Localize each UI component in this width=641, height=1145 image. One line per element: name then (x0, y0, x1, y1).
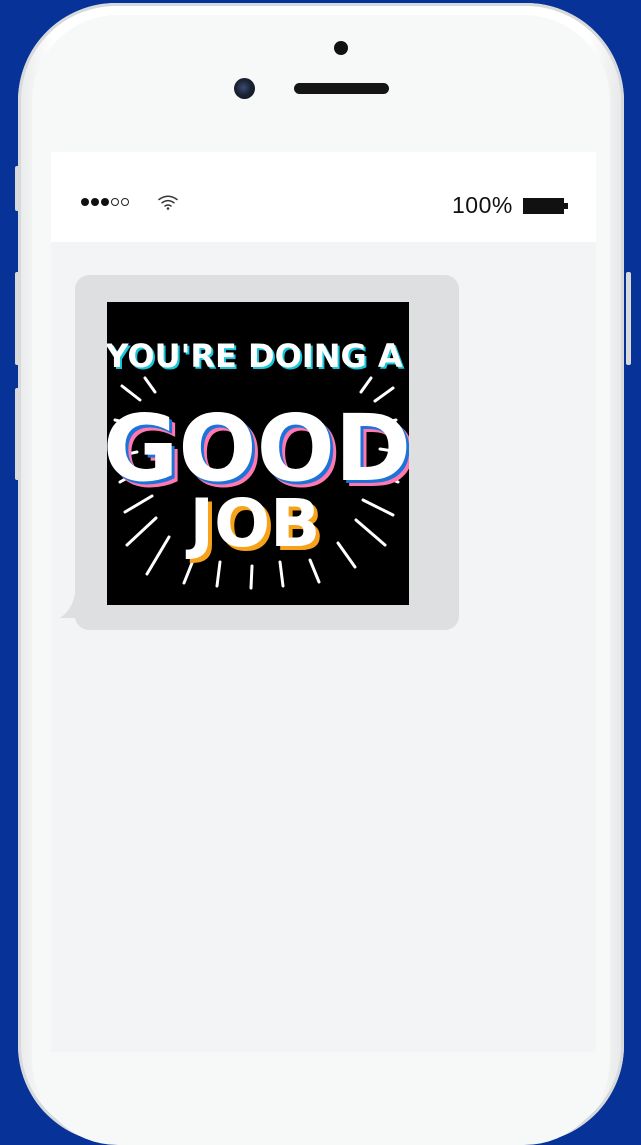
signal-dot (111, 198, 119, 206)
earpiece-speaker (294, 83, 389, 94)
volume-up-button (15, 272, 20, 365)
phone-screen: 100% YOU'RE DOING A YOU'RE DOING A GOOD … (51, 152, 596, 1052)
signal-dot (91, 198, 99, 206)
status-bar: 100% (51, 152, 596, 242)
sticker-line-3: JOB (186, 485, 321, 562)
signal-dot (101, 198, 109, 206)
power-button (626, 272, 631, 365)
proximity-sensor (334, 41, 348, 55)
sticker-line-1: YOU'RE DOING A (107, 337, 403, 375)
signal-dot (121, 198, 129, 206)
wifi-icon (158, 195, 178, 210)
cellular-signal-icon (81, 198, 129, 206)
front-camera (234, 78, 255, 99)
signal-dot (81, 198, 89, 206)
mute-switch (15, 166, 20, 211)
volume-down-button (15, 388, 20, 480)
battery-percentage: 100% (452, 192, 513, 218)
battery-full-icon (523, 198, 568, 214)
good-job-sticker[interactable]: YOU'RE DOING A YOU'RE DOING A GOOD GOOD … (107, 302, 409, 605)
